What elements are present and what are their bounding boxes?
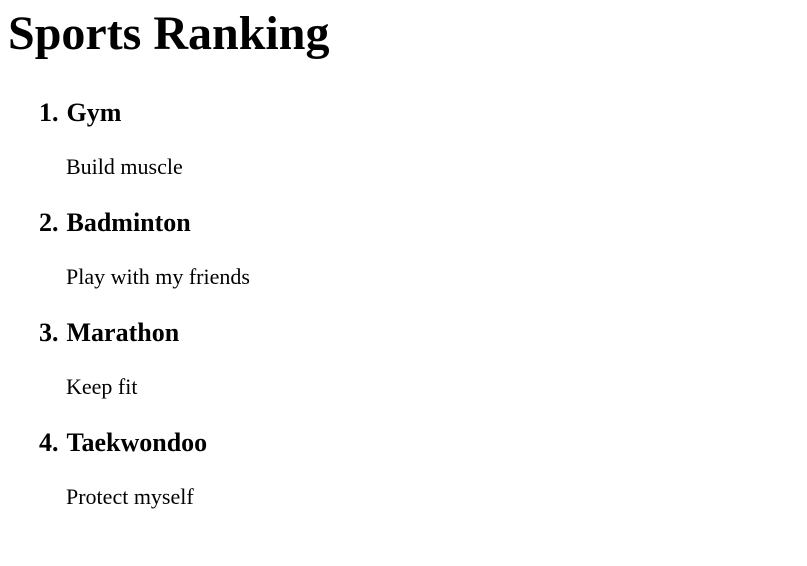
sport-name: Marathon bbox=[66, 318, 180, 347]
sport-name: Gym bbox=[66, 98, 122, 127]
rank-number: 4. bbox=[39, 428, 59, 457]
sport-name: Badminton bbox=[66, 208, 191, 237]
rank-number: 3. bbox=[39, 318, 59, 347]
rank-heading: 1. Gym bbox=[8, 98, 799, 128]
sports-ranking-list: 1. Gym Build muscle 2. Badminton Play wi… bbox=[8, 98, 799, 510]
list-item: 3. Marathon Keep fit bbox=[8, 318, 799, 400]
sport-description: Build muscle bbox=[66, 154, 183, 179]
list-item: 2. Badminton Play with my friends bbox=[8, 208, 799, 290]
sport-name: Taekwondoo bbox=[66, 428, 208, 457]
list-item: 4. Taekwondoo Protect myself bbox=[8, 428, 799, 510]
rank-heading: 4. Taekwondoo bbox=[8, 428, 799, 458]
rank-number: 1. bbox=[39, 98, 59, 127]
rank-heading: 2. Badminton bbox=[8, 208, 799, 238]
rank-number: 2. bbox=[39, 208, 59, 237]
sport-description: Play with my friends bbox=[66, 264, 250, 289]
page-content: Sports Ranking 1. Gym Build muscle 2. Ba… bbox=[0, 0, 807, 510]
sport-description: Keep fit bbox=[66, 374, 138, 399]
page-title: Sports Ranking bbox=[8, 7, 330, 60]
list-item: 1. Gym Build muscle bbox=[8, 98, 799, 180]
rank-heading: 3. Marathon bbox=[8, 318, 799, 348]
sport-description: Protect myself bbox=[66, 484, 194, 509]
